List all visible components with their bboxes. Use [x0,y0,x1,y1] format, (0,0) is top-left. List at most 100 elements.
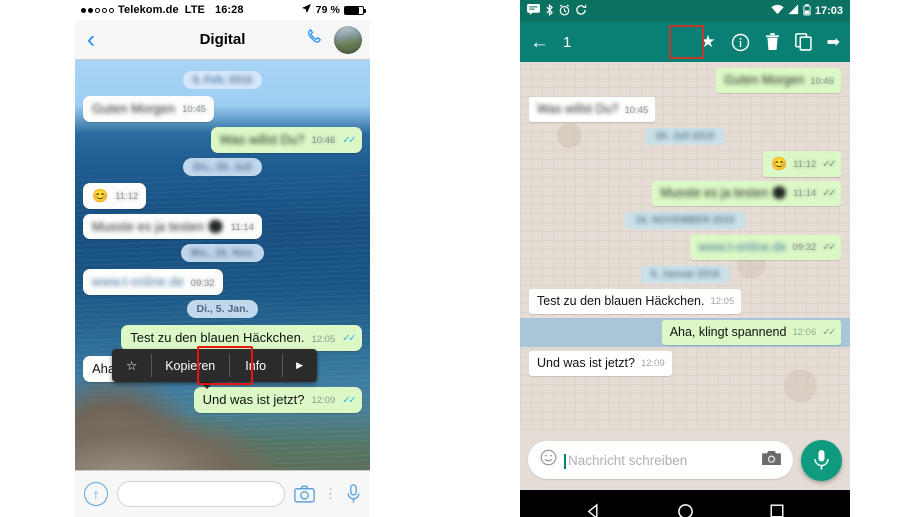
info-menu-item[interactable]: Info [229,349,282,382]
context-menu-tail [199,381,215,389]
message-row[interactable]: 😊 11:12 ✓✓ [529,151,841,177]
more-options-icon[interactable]: ⋮ [324,487,337,500]
info-icon[interactable] [731,33,750,52]
back-arrow-icon[interactable]: ← [530,33,549,52]
message-time: 12:09 [311,395,336,407]
read-receipt-icon: ✓✓ [342,134,356,146]
android-message-list: Guten Morgen 10:46 Was willst Du? 10:45 … [520,62,850,384]
android-input-bar: Nachricht schreiben [520,430,850,490]
message-input[interactable]: Nachricht schreiben [528,441,793,479]
message-row[interactable]: Musste es ja testen 😊 11:14 [83,213,362,240]
android-status-bar: 17:03 [520,0,850,22]
star-icon[interactable]: ★ [700,32,715,52]
forward-arrow-icon[interactable]: ➡ [827,32,840,52]
carrier-label: Telekom.de [118,4,179,16]
message-bubble-incoming[interactable]: www.t-online.de 09:32 [83,269,223,296]
ios-phone-screenshot: Telekom.de LTE 16:28 79 % ‹ Digital 5. F… [75,0,370,517]
message-bubble-outgoing[interactable]: Und was ist jetzt? 12:09 ✓✓ [193,387,362,413]
read-receipt-icon: ✓✓ [822,326,836,338]
message-row[interactable]: Was willst Du? 10:45 [529,97,841,122]
message-bubble-outgoing[interactable]: Aha, klingt spannend 12:06 ✓✓ [661,319,841,345]
back-chevron-icon[interactable]: ‹ [83,27,99,52]
network-type-label: LTE [184,4,205,16]
android-chat-area[interactable]: Guten Morgen 10:46 Was willst Du? 10:45 … [520,62,850,430]
read-receipt-icon: ✓✓ [822,241,836,253]
message-row[interactable]: Musste es ja testen 😊 11:14 ✓✓ [529,180,841,206]
phone-call-icon[interactable] [305,27,325,52]
message-row[interactable]: Und was ist jetzt? 12:09 ✓✓ [83,387,362,413]
message-row-selected[interactable]: Test zu den blauen Häckchen. 12:05 ✓✓ [83,325,362,352]
back-triangle-icon[interactable] [585,502,602,517]
emoji-icon[interactable] [540,449,557,471]
mic-icon[interactable] [346,484,361,504]
copy-icon[interactable] [794,33,812,51]
message-bubble-incoming[interactable]: Und was ist jetzt? 12:09 [529,350,672,376]
avatar[interactable] [334,25,362,54]
upload-attach-icon[interactable]: ↑ [84,482,108,506]
star-menu-item[interactable]: ☆ [112,349,151,382]
android-selection-action-bar: ← 1 ★ ➡ [520,22,850,62]
message-input[interactable] [117,481,285,507]
ios-status-bar: Telekom.de LTE 16:28 79 % [75,0,370,20]
alarm-clock-icon [559,3,570,19]
message-row[interactable]: www.t-online.de 09:32 [83,269,362,296]
message-bubble-outgoing[interactable]: www.t-online.de 09:32 ✓✓ [690,234,841,260]
message-text: Guten Morgen [92,101,176,116]
android-clock: 17:03 [814,5,843,17]
message-bubble-incoming[interactable]: Guten Morgen 10:45 [83,96,214,122]
message-time: 12:09 [640,358,665,370]
message-bubble-outgoing[interactable]: 😊 11:12 ✓✓ [762,151,841,177]
message-row[interactable]: Test zu den blauen Häckchen. 12:05 [529,288,841,314]
message-row[interactable]: www.t-online.de 09:32 ✓✓ [529,234,841,260]
message-text: Was willst Du? [537,102,619,116]
message-bubble-outgoing[interactable]: Musste es ja testen 😊 11:14 ✓✓ [652,180,841,206]
message-time: 10:45 [182,104,206,116]
selected-count-label: 1 [563,33,572,51]
message-bubble-outgoing[interactable]: Guten Morgen 10:46 [716,68,841,93]
sync-icon [575,4,587,19]
message-time: 12:05 [311,333,336,345]
screenshot-comparison: Telekom.de LTE 16:28 79 % ‹ Digital 5. F… [0,0,919,517]
message-row[interactable]: Guten Morgen 10:45 [83,96,362,122]
message-row[interactable]: Guten Morgen 10:46 [529,68,841,93]
message-time: 12:05 [710,296,735,308]
android-phone-screenshot: 17:03 ← 1 ★ ➡ Guten Morgen 10:46 Was wil… [520,0,850,517]
home-circle-icon[interactable] [677,503,694,517]
trash-icon[interactable] [765,33,780,51]
message-bubble-outgoing[interactable]: Was willst Du? 10:46 ✓✓ [210,126,362,153]
message-text: 😊 [92,187,109,203]
message-row[interactable]: Und was ist jetzt? 12:09 [529,350,841,376]
message-bubble-incoming[interactable]: Test zu den blauen Häckchen. 12:05 [529,288,742,314]
voice-record-button[interactable] [801,439,842,481]
message-text: Musste es ja testen 😊 [660,185,788,200]
message-text: Aha, klingt spannend [669,324,787,339]
battery-icon [803,3,811,19]
battery-percent-label: 79 % [315,4,340,16]
more-arrow-icon[interactable]: ▶ [282,349,317,382]
message-bubble-incoming[interactable]: Musste es ja testen 😊 11:14 [83,213,262,240]
message-context-menu[interactable]: ☆ Kopieren Info ▶ [112,349,318,382]
info-highlight-annotation [669,25,704,59]
message-row[interactable]: 😊 11:12 [83,182,362,209]
message-time: 11:12 [793,159,817,171]
message-row-selected[interactable]: Aha, klingt spannend 12:06 ✓✓ [520,317,850,347]
cell-signal-icon [788,4,799,18]
recents-square-icon[interactable] [769,503,785,517]
camera-icon[interactable] [762,450,781,471]
message-text: Test zu den blauen Häckchen. [537,293,705,308]
wifi-icon [771,4,784,18]
message-row[interactable]: Was willst Du? 10:46 ✓✓ [83,126,362,153]
ios-chat-area[interactable]: 5. Feb. 2015 Guten Morgen 10:45 Was will… [75,60,370,470]
message-text: Was willst Du? [219,131,305,147]
copy-menu-item[interactable]: Kopieren [151,349,229,382]
message-time: 10:45 [624,104,649,116]
signal-strength-dots [81,7,114,13]
message-text: Und was ist jetzt? [537,355,635,370]
android-navigation-bar [520,490,850,517]
message-bubble-incoming[interactable]: Was willst Du? 10:45 [529,97,656,122]
message-bubble-outgoing[interactable]: Test zu den blauen Häckchen. 12:05 ✓✓ [121,325,362,352]
camera-icon[interactable] [294,485,315,503]
message-bubble-incoming[interactable]: 😊 11:12 [83,182,147,209]
read-receipt-icon: ✓✓ [822,158,836,170]
message-text: Musste es ja testen 😊 [92,218,224,234]
